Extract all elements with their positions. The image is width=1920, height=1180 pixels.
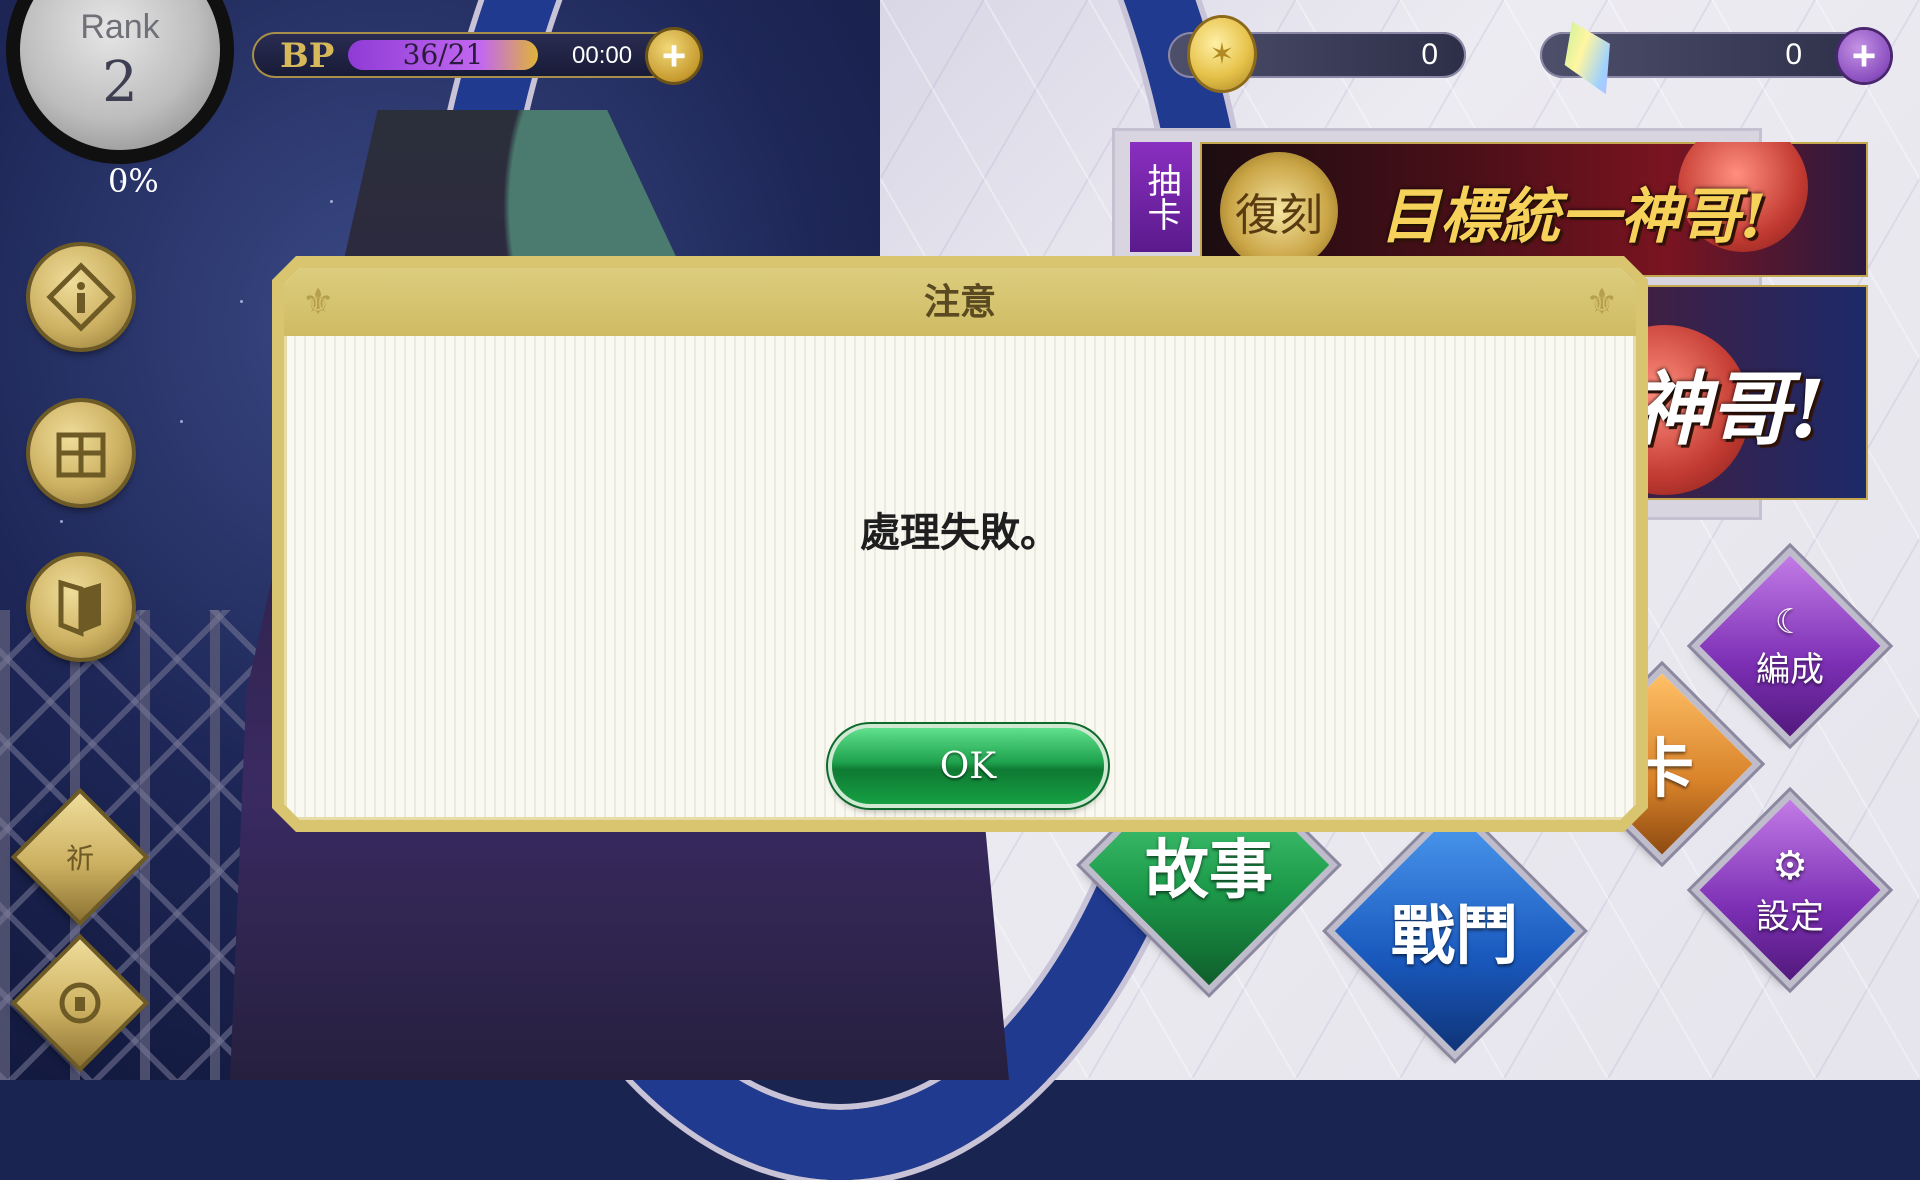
dialog-message: 處理失敗。 — [860, 509, 1060, 556]
fleur-ornament-icon: ⚜ — [302, 282, 335, 323]
dialog-body: ⚜ 注意 ⚜ 處理失敗。 OK — [284, 268, 1636, 820]
ok-button[interactable]: OK — [832, 728, 1104, 804]
dialog-title: 注意 — [923, 281, 996, 323]
dialog-header: ⚜ 注意 ⚜ — [284, 268, 1636, 336]
alert-dialog: ⚜ 注意 ⚜ 處理失敗。 OK — [272, 256, 1648, 832]
fleur-ornament-icon: ⚜ — [1585, 282, 1618, 323]
